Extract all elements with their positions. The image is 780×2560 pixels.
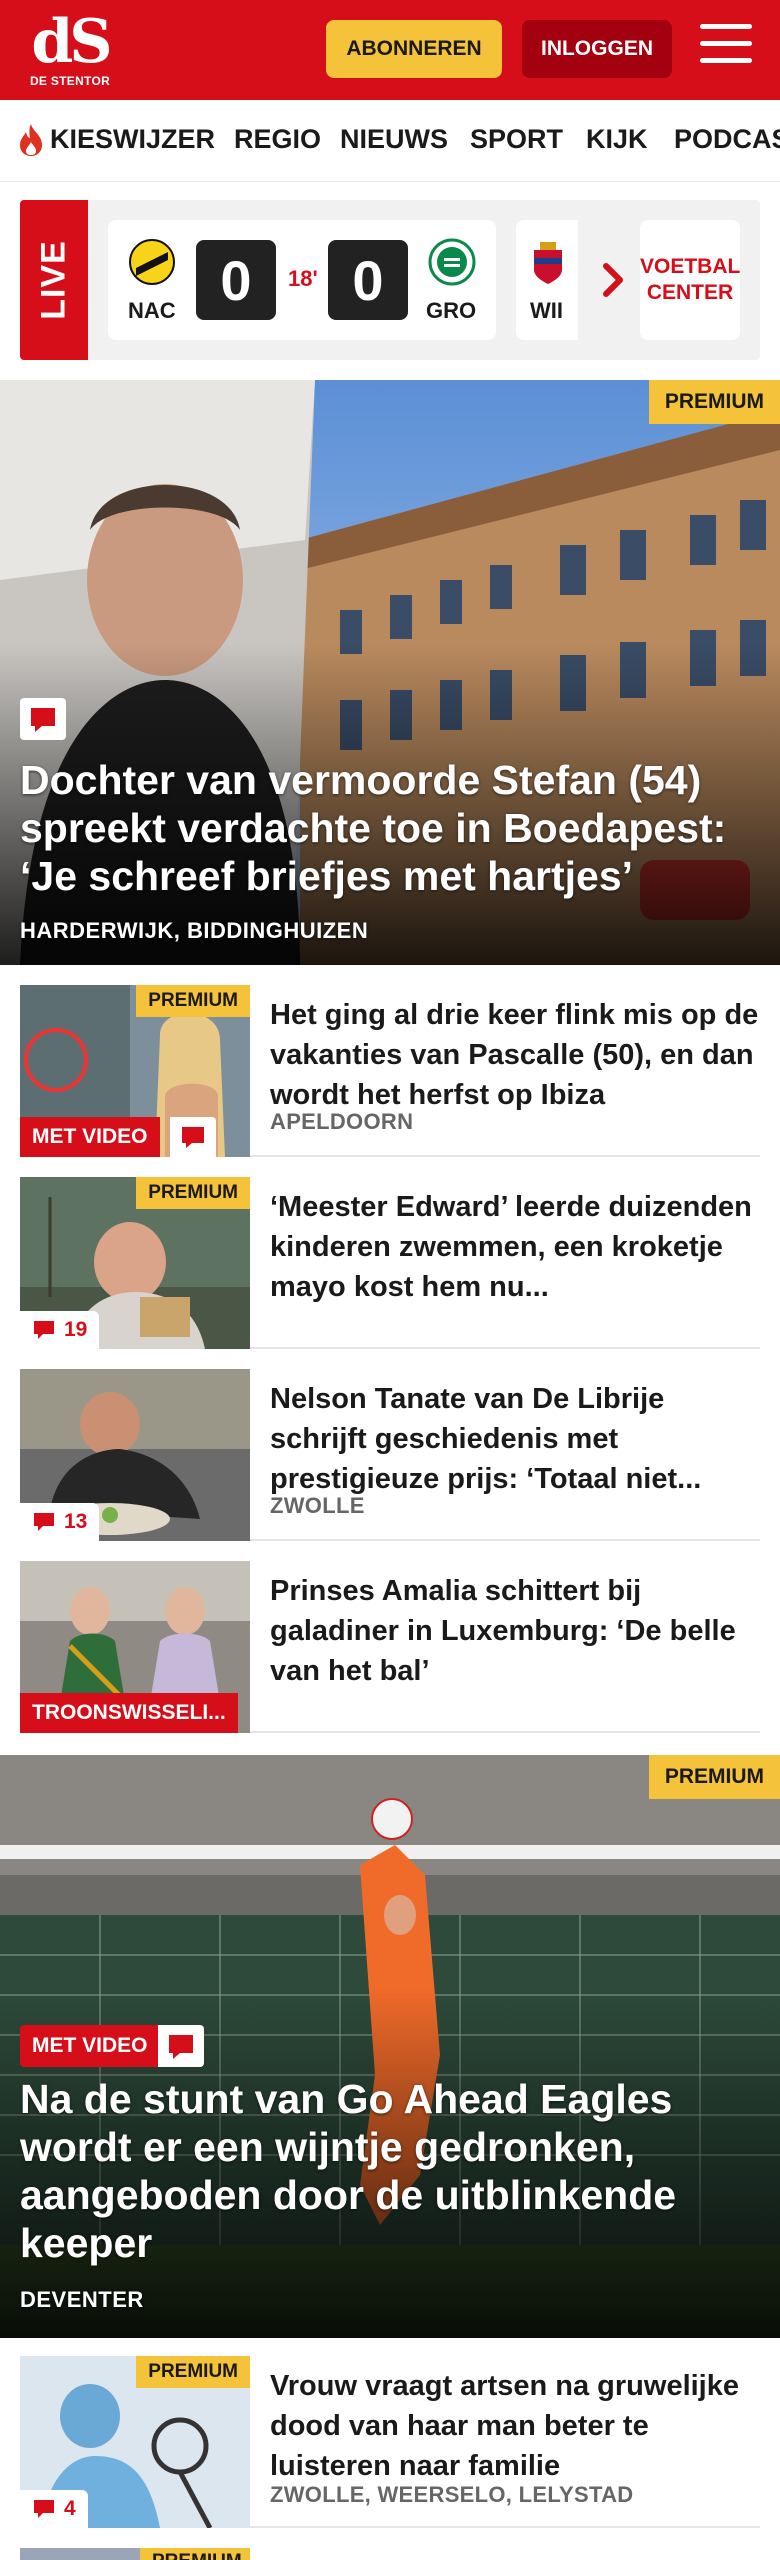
willem-ii-logo-icon xyxy=(534,242,562,284)
premium-badge: PREMIUM xyxy=(648,380,780,424)
logo[interactable]: dS DE STENTOR xyxy=(28,7,113,92)
home-score: 0 xyxy=(196,240,276,320)
premium-badge: PREMIUM xyxy=(136,2356,250,2388)
hero-2-title[interactable]: Na de stunt van Go Ahead Eagles wordt er… xyxy=(20,2075,760,2267)
list-item[interactable]: PREMIUM 19 ‘Meester Edward’ leerde duize… xyxy=(20,1177,760,1349)
away-team-name: GRO xyxy=(426,298,477,323)
nav-item-regio[interactable]: REGIO xyxy=(234,124,321,155)
article-location: ZWOLLE, WEERSELO, LELYSTAD xyxy=(270,2482,634,2507)
comment-count-value: 19 xyxy=(64,1318,88,1341)
topic-badge-label: TROONSWISSELI... xyxy=(32,1701,226,1724)
away-score: 0 xyxy=(328,240,408,320)
article-title[interactable]: Het ging al drie keer flink mis op de va… xyxy=(270,995,760,1115)
comment-icon xyxy=(170,1117,216,1157)
article-thumbnail: PREMIUM 4 xyxy=(20,2356,250,2528)
hero-1-title[interactable]: Dochter van vermoorde Stefan (54) spreek… xyxy=(20,756,760,900)
main-nav: KIESWIJZER REGIO NIEUWS SPORT KIJK PODCA… xyxy=(0,100,780,182)
premium-badge: PREMIUM xyxy=(136,1177,250,1209)
live-tab[interactable]: LIVE xyxy=(20,200,88,360)
article-thumbnail: 13 xyxy=(20,1369,250,1541)
comment-count-value: 4 xyxy=(64,2497,76,2520)
article-thumbnail: PREMIUM 19 xyxy=(20,1177,250,1349)
list-item[interactable]: TROONSWISSELI... Prinses Amalia schitter… xyxy=(20,1561,760,1733)
chevron-right-icon[interactable] xyxy=(594,256,634,304)
nav-item-sport[interactable]: SPORT xyxy=(470,124,563,155)
article-thumbnail: PREMIUM MET VIDEO xyxy=(20,985,250,1157)
article-title[interactable]: Nelson Tanate van De Librije schrijft ge… xyxy=(270,1379,760,1499)
live-label: LIVE xyxy=(34,240,73,320)
nac-logo-icon xyxy=(129,239,175,285)
premium-badge: PREMIUM xyxy=(648,1755,780,1799)
article-title[interactable]: Vrouw vraagt artsen na gruwelijke dood v… xyxy=(270,2366,760,2486)
home-team-name: NAC xyxy=(128,298,176,323)
comment-count: 19 xyxy=(20,1311,100,1349)
next-match-card[interactable]: WII xyxy=(516,220,578,340)
article-thumbnail: TROONSWISSELI... xyxy=(20,1561,250,1733)
comment-count: 4 xyxy=(20,2490,88,2528)
nav-item-kijk[interactable]: KIJK xyxy=(586,124,648,155)
list-item[interactable]: PREMIUM xyxy=(20,2548,760,2560)
match-card[interactable]: NAC 0 18' 0 GRO xyxy=(108,220,496,340)
comment-icon xyxy=(158,2025,204,2067)
video-badge-label: MET VIDEO xyxy=(32,1125,148,1148)
hero-1-location: HARDERWIJK, BIDDINGHUIZEN xyxy=(20,918,369,943)
comment-icon xyxy=(34,1513,54,1531)
topic-badge: TROONSWISSELI... xyxy=(20,1693,238,1733)
login-button[interactable]: INLOGGEN xyxy=(522,20,672,78)
flame-icon xyxy=(20,124,42,156)
article-location: ZWOLLE xyxy=(270,1493,365,1518)
video-badge: MET VIDEO xyxy=(20,2025,160,2067)
article-title[interactable]: ‘Meester Edward’ leerde duizenden kinder… xyxy=(270,1187,760,1307)
hero-2-location: DEVENTER xyxy=(20,2287,144,2312)
premium-badge: PREMIUM xyxy=(136,985,250,1017)
video-badge: MET VIDEO xyxy=(20,1117,160,1157)
nav-item-kieswijzer[interactable]: KIESWIJZER xyxy=(50,124,215,155)
list-item[interactable]: 13 Nelson Tanate van De Librije schrijft… xyxy=(20,1369,760,1541)
comment-icon xyxy=(34,1321,54,1339)
article-location: APELDOORN xyxy=(270,1109,414,1134)
nav-item-podcast[interactable]: PODCAS xyxy=(674,124,780,155)
list-item[interactable]: PREMIUM 4 Vrouw vraagt artsen na gruweli… xyxy=(20,2356,760,2528)
subscribe-button[interactable]: ABONNEREN xyxy=(326,20,502,78)
logo-mark: dS xyxy=(31,7,112,77)
logo-subtitle: DE STENTOR xyxy=(29,74,111,88)
match-minute: 18' xyxy=(288,266,318,291)
voetbal-center-link[interactable]: VOETBAL CENTER xyxy=(640,220,740,340)
article-title[interactable]: Prinses Amalia schittert bij galadiner i… xyxy=(270,1571,760,1691)
list-item[interactable]: PREMIUM MET VIDEO Het ging al drie keer … xyxy=(20,985,760,1157)
nav-item-nieuws[interactable]: NIEUWS xyxy=(340,124,448,155)
video-badge-label: MET VIDEO xyxy=(32,2034,148,2057)
comment-icon xyxy=(34,2500,54,2518)
next-match-team: WII xyxy=(530,298,563,323)
comment-count-value: 13 xyxy=(64,1510,88,1533)
hero-article-2[interactable]: PREMIUM MET VIDEO Na de stunt van Go Ahe… xyxy=(0,1755,780,2338)
fc-groningen-logo-icon xyxy=(428,238,476,286)
comment-count: 13 xyxy=(20,1503,100,1541)
live-scores-bar: LIVE NAC 0 18' 0 GRO WII VOETBAL CENTER xyxy=(20,200,760,360)
premium-badge: PREMIUM xyxy=(140,2548,250,2560)
hero-article-1[interactable]: PREMIUM Dochter van vermoorde Stefan (54… xyxy=(0,380,780,965)
site-header: dS DE STENTOR ABONNEREN INLOGGEN xyxy=(0,0,780,100)
comment-icon xyxy=(20,698,66,740)
hamburger-icon[interactable] xyxy=(700,24,752,70)
